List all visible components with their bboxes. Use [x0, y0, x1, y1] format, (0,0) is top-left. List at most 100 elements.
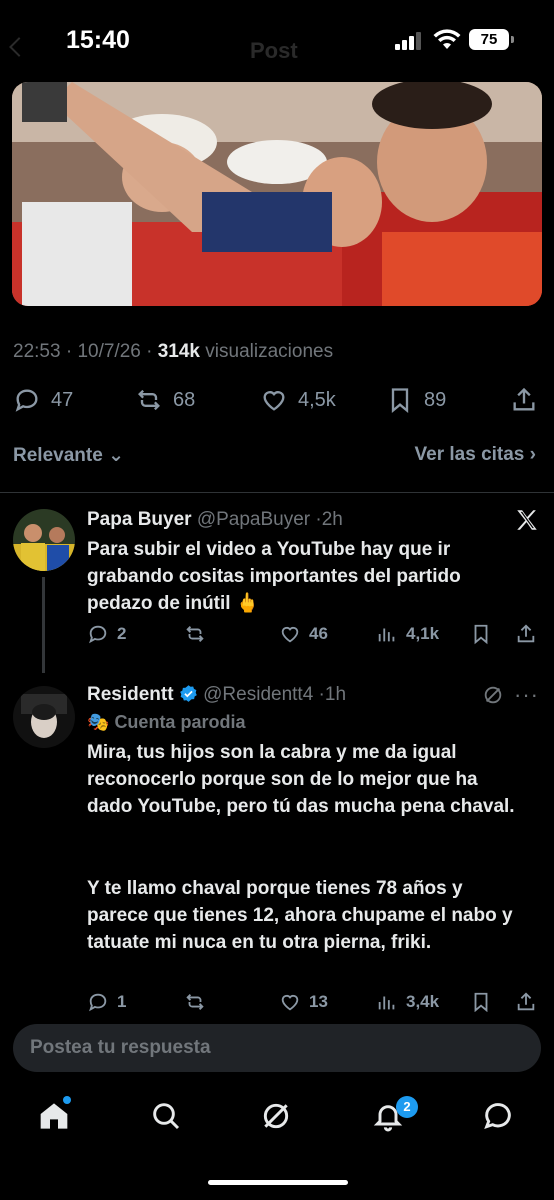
- reply-text-paragraph-1: Mira, tus hijos son la cabra y me da igu…: [87, 742, 515, 817]
- compose-divider: [0, 1012, 554, 1024]
- status-bar: Post 15:40 75: [0, 0, 554, 80]
- tab-grok[interactable]: [260, 1100, 296, 1136]
- repost-count: 68: [173, 388, 196, 411]
- home-indicator[interactable]: [208, 1180, 348, 1185]
- wifi-icon: [433, 29, 461, 49]
- bookmark-button[interactable]: 89: [386, 380, 446, 420]
- home-icon: [40, 1103, 68, 1129]
- repost-icon: [138, 389, 160, 411]
- compose-placeholder: Postea tu respuesta: [30, 1037, 211, 1058]
- views-count: 3,4k: [406, 992, 440, 1011]
- repost-button[interactable]: [184, 991, 214, 1013]
- grok-icon: [263, 1103, 289, 1129]
- reply-compose-input[interactable]: Postea tu respuesta: [13, 1024, 541, 1072]
- grok-x-icon[interactable]: [514, 507, 540, 533]
- like-button[interactable]: 46: [279, 623, 328, 645]
- post-action-bar: 47 68 4,5k 89: [0, 380, 554, 420]
- share-button[interactable]: [515, 991, 537, 1013]
- battery-icon: 75: [469, 29, 514, 50]
- verified-badge-icon: [180, 685, 197, 702]
- reply-button[interactable]: 1: [87, 991, 126, 1013]
- reply-button[interactable]: 47: [13, 380, 73, 420]
- grok-icon[interactable]: [482, 684, 504, 706]
- tab-messages[interactable]: [482, 1100, 518, 1136]
- chevron-right-icon: ›: [529, 444, 536, 465]
- replies-sort-bar: Relevante ⌄ Ver las citas ›: [0, 436, 554, 476]
- user-handle[interactable]: @PapaBuyer: [197, 509, 310, 530]
- reply-header: Residentt @Residentt4 ·1h: [87, 684, 346, 706]
- more-options-icon[interactable]: ···: [514, 682, 539, 708]
- tab-home[interactable]: [38, 1100, 74, 1136]
- share-icon: [513, 387, 535, 411]
- view-quotes-label: Ver las citas: [414, 444, 525, 465]
- views-button[interactable]: 4,1k: [376, 623, 439, 645]
- share-icon: [517, 624, 535, 643]
- clock: 15:40: [66, 26, 130, 54]
- notifications-badge: 2: [396, 1096, 418, 1118]
- bookmark-button[interactable]: [470, 623, 492, 645]
- like-button[interactable]: 13: [279, 991, 328, 1013]
- user-handle[interactable]: @Residentt4: [203, 684, 313, 705]
- display-name[interactable]: Papa Buyer: [87, 509, 192, 530]
- search-icon: [153, 1103, 180, 1130]
- share-button[interactable]: [510, 380, 538, 420]
- share-button[interactable]: [515, 623, 537, 645]
- repost-icon: [186, 994, 204, 1010]
- post-time: 22:53: [13, 341, 61, 362]
- reply-count: 47: [51, 388, 74, 411]
- reply-icon: [15, 389, 38, 412]
- reply-icon: [89, 625, 107, 644]
- repost-button[interactable]: [184, 623, 214, 645]
- like-count: 4,5k: [298, 388, 336, 411]
- tab-search[interactable]: [150, 1100, 186, 1136]
- heart-icon: [281, 994, 299, 1011]
- reply-icon: [89, 993, 107, 1012]
- repost-icon: [186, 626, 204, 642]
- sort-dropdown[interactable]: Relevante ⌄: [13, 444, 124, 467]
- view-quotes-link[interactable]: Ver las citas ›: [415, 444, 536, 466]
- post-media-image[interactable]: [12, 82, 542, 306]
- reply-time: 2h: [321, 509, 343, 530]
- reply-header: Papa Buyer @PapaBuyer ·2h: [87, 509, 343, 531]
- reply-text-paragraph-2: Y te llamo chaval porque tienes 78 años …: [87, 878, 513, 953]
- avatar[interactable]: [13, 509, 75, 571]
- divider: [0, 492, 554, 493]
- views-count: 4,1k: [406, 624, 440, 643]
- post-timestamp-views: 22:53 · 10/7/26 · 314k visualizaciones: [13, 341, 334, 362]
- bookmark-icon: [474, 624, 488, 645]
- bookmark-button[interactable]: [470, 991, 492, 1013]
- avatar[interactable]: [13, 686, 75, 748]
- home-unread-dot: [63, 1096, 71, 1104]
- bottom-tab-bar: [0, 1088, 554, 1148]
- bookmark-count: 89: [424, 388, 447, 411]
- faded-page-title: Post: [250, 38, 298, 63]
- bookmark-icon: [474, 992, 488, 1013]
- heart-icon: [281, 626, 299, 643]
- back-arrow-icon[interactable]: [9, 37, 29, 57]
- views-count: 314k: [157, 341, 201, 362]
- share-icon: [517, 992, 535, 1011]
- like-button[interactable]: 4,5k: [260, 380, 336, 420]
- reply-count: 1: [117, 992, 127, 1011]
- heart-icon: [263, 391, 285, 411]
- reply-count: 2: [117, 624, 127, 643]
- reply-button[interactable]: 2: [87, 623, 126, 645]
- parody-label: 🎭 Cuenta parodia: [87, 712, 245, 733]
- avatar-image: [13, 686, 75, 748]
- like-count: 13: [309, 992, 328, 1011]
- sort-label: Relevante: [13, 445, 103, 466]
- views-button[interactable]: 3,4k: [376, 991, 439, 1013]
- thread-line: [42, 577, 45, 673]
- post-date: 10/7/26: [77, 341, 141, 362]
- analytics-icon: [378, 628, 395, 642]
- like-count: 46: [309, 624, 328, 643]
- reply-time: 1h: [324, 684, 347, 705]
- avatar-image: [13, 509, 75, 571]
- cellular-signal-icon: [395, 30, 425, 50]
- reply-action-bar: 2 46 4,1k: [87, 623, 547, 653]
- chat-bubble-icon: [484, 1103, 511, 1130]
- repost-button[interactable]: 68: [135, 380, 195, 420]
- chevron-down-icon: ⌄: [108, 445, 124, 466]
- reply-text: Para subir el video a YouTube hay que ir…: [87, 539, 461, 614]
- display-name[interactable]: Residentt: [87, 684, 174, 705]
